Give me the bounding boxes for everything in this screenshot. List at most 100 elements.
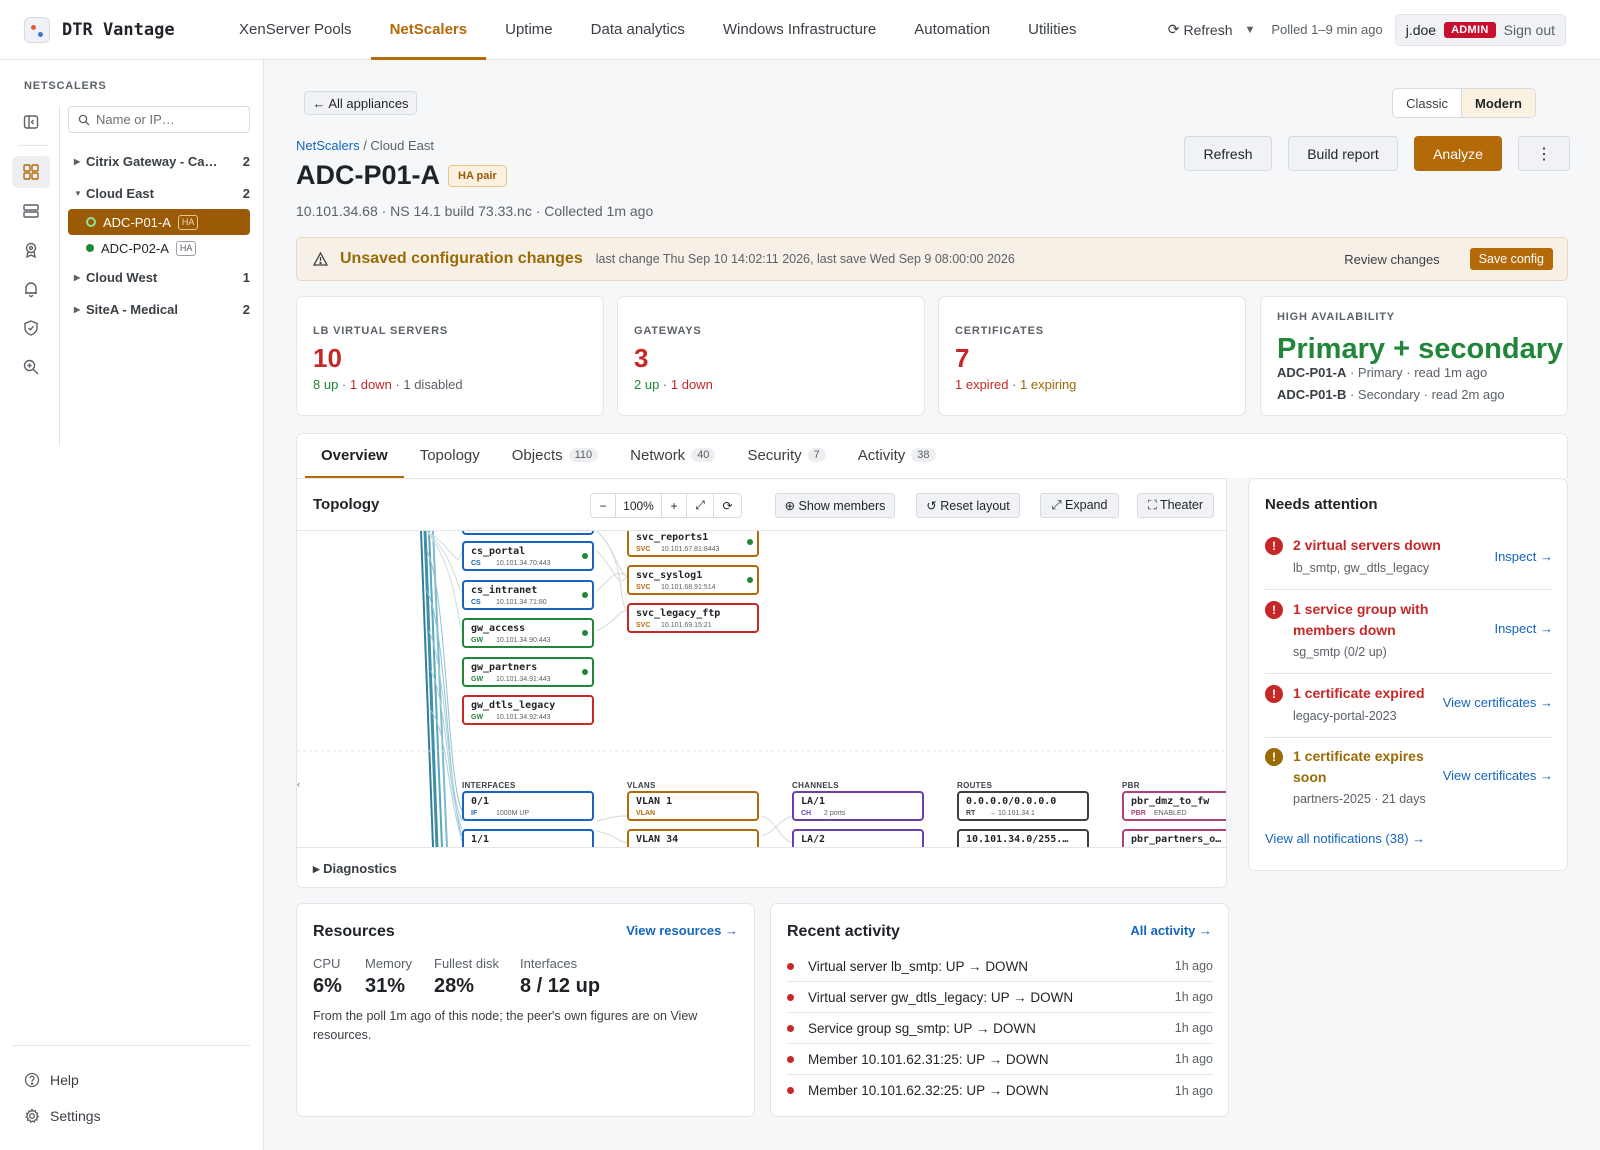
topology-node-vlan-1[interactable]: VLAN 1 VLAN	[627, 791, 759, 821]
tree-group-sitea-medical[interactable]: ▶ SiteA - Medical 2	[68, 293, 250, 325]
attention-title: 1 certificate expired	[1293, 685, 1425, 701]
tab-security[interactable]: Security 7	[731, 434, 841, 479]
show-members-button[interactable]: ⊕ Show members	[775, 493, 895, 518]
fit-view-icon[interactable]: ⤢	[687, 494, 714, 517]
tree-group-cloud-west[interactable]: ▶ Cloud West 1	[68, 261, 250, 293]
nav-windows-infrastructure[interactable]: Windows Infrastructure	[704, 0, 895, 60]
topology-node-pbr-partners-o[interactable]: pbr_partners_o…PBR	[1122, 829, 1226, 847]
theater-button[interactable]: ⛶ Theater	[1137, 493, 1214, 518]
node-kind: SVC	[636, 622, 651, 629]
topology-node-la-1[interactable]: LA/1 CH 2 ports	[792, 791, 924, 821]
topology-node-vlan-34[interactable]: VLAN 34VLAN	[627, 829, 759, 847]
nav-utilities[interactable]: Utilities	[1009, 0, 1095, 60]
topology-node-cs-intranet[interactable]: cs_intranet CS 10.101.34.71:80	[462, 579, 594, 610]
zoom-out-button[interactable]: −	[591, 494, 616, 517]
topology-node-1-1[interactable]: 1/1IF	[462, 829, 594, 847]
certificate-badge-icon[interactable]	[12, 234, 50, 266]
svg-text:‹: ‹	[297, 779, 300, 789]
view-all-notifications-link[interactable]: View all notifications (38) →	[1265, 831, 1425, 846]
nav-uptime[interactable]: Uptime	[486, 0, 572, 60]
view-classic-option[interactable]: Classic	[1393, 89, 1461, 117]
activity-row[interactable]: Service group sg_smtp: UP → DOWN 1h ago	[787, 1013, 1213, 1044]
reset-layout-button[interactable]: ↺ Reset layout	[916, 493, 1020, 518]
settings-link[interactable]: Settings	[12, 1098, 250, 1134]
diagnostics-toggle[interactable]: ▸ Diagnostics	[297, 847, 1226, 887]
topology-node-pbr-dmz-to-fw[interactable]: pbr_dmz_to_fw PBR ENABLED	[1122, 791, 1226, 821]
node-kind: CS	[471, 560, 481, 567]
stat-value: 10	[313, 343, 342, 373]
nav-refresh-button[interactable]: ⟳ Refresh	[1168, 21, 1233, 38]
tab-topology[interactable]: Topology	[404, 434, 496, 479]
topology-node[interactable]	[462, 531, 594, 535]
review-changes-link[interactable]: Review changes	[1344, 252, 1439, 267]
topology-node-gw-partners[interactable]: gw_partners GW 10.101.34.91:443	[462, 656, 594, 687]
banner-detail: last change Thu Sep 10 14:02:11 2026, la…	[595, 252, 1015, 266]
tree-search-input[interactable]	[96, 112, 236, 127]
activity-row[interactable]: Member 10.101.62.31:25: UP → DOWN 1h ago	[787, 1044, 1213, 1075]
nav-automation[interactable]: Automation	[895, 0, 1009, 60]
topology-node-gw-dtls-legacy[interactable]: gw_dtls_legacy GW 10.101.34.92:443	[462, 695, 594, 725]
topology-node-svc-legacy-ftp[interactable]: svc_legacy_ftp SVC 10.101.69.15:21	[627, 603, 759, 633]
analyze-zoom-icon[interactable]	[12, 351, 50, 383]
gateways-card[interactable]: GATEWAYS 3 2 up · 1 down	[617, 296, 925, 416]
inspect-link[interactable]: Inspect →	[1494, 621, 1553, 636]
build-report-button[interactable]: Build report	[1288, 136, 1398, 171]
tab-overview[interactable]: Overview	[305, 434, 404, 479]
inspect-link[interactable]: Inspect →	[1494, 549, 1553, 564]
tab-label: Objects	[511, 446, 563, 464]
analyze-button[interactable]: Analyze	[1414, 136, 1502, 171]
topology-node-cs-portal[interactable]: cs_portal CS 10.101.34.70:443	[462, 541, 594, 571]
high-availability-card[interactable]: HIGH AVAILABILITY Primary + secondary AD…	[1260, 296, 1568, 416]
tree-group-citrix-gateway[interactable]: ▶ Citrix Gateway - Ca… 2	[68, 145, 250, 177]
topology-canvas[interactable]: ‹ INTERFACES VLANS CHANNELS ROUTES PBR c…	[297, 531, 1226, 847]
view-modern-option[interactable]: Modern	[1461, 89, 1535, 117]
server-icon[interactable]	[12, 195, 50, 227]
tree-group-cloud-east[interactable]: ▼ Cloud East 2	[68, 177, 250, 209]
tab-objects[interactable]: Objects 110	[496, 434, 614, 479]
topology-node-la-2[interactable]: LA/2CH	[792, 829, 924, 847]
rotate-icon[interactable]: ⟳	[714, 494, 741, 517]
view-certificates-link[interactable]: View certificates →	[1443, 695, 1553, 710]
zoom-in-button[interactable]: +	[662, 494, 687, 517]
breadcrumb-root-link[interactable]: NetScalers	[296, 138, 360, 153]
view-certificates-link[interactable]: View certificates →	[1443, 768, 1553, 783]
tab-network[interactable]: Network 40	[614, 434, 731, 479]
collapse-sidebar-icon[interactable]	[12, 106, 50, 138]
topology-node-svc-reports1[interactable]: svc_reports1 SVC 10.101.67.81:8443	[627, 531, 759, 557]
topology-node-0-0-0-0-0-0-0-0[interactable]: 0.0.0.0/0.0.0.0 RT → 10.101.34.1	[957, 791, 1089, 821]
certificates-card[interactable]: CERTIFICATES 7 1 expired · 1 expiring	[938, 296, 1246, 416]
nav-xenserver-pools[interactable]: XenServer Pools	[220, 0, 371, 60]
page-subtitle: 10.101.34.68 · NS 14.1 build 73.33.nc · …	[296, 203, 654, 219]
status-ring-icon	[86, 217, 96, 227]
shield-check-icon[interactable]	[12, 312, 50, 344]
refresh-button[interactable]: Refresh	[1184, 136, 1272, 171]
bell-icon[interactable]	[12, 273, 50, 305]
ha-tag: HA	[177, 214, 199, 230]
dashboard-grid-icon[interactable]	[12, 156, 50, 188]
topology-node-gw-access[interactable]: gw_access GW 10.101.34.90:443	[462, 618, 594, 648]
activity-row[interactable]: Virtual server lb_smtp: UP → DOWN 1h ago	[787, 951, 1213, 982]
all-activity-link[interactable]: All activity →	[1130, 923, 1212, 938]
tab-activity[interactable]: Activity 38	[842, 434, 952, 479]
topology-node-0-1[interactable]: 0/1 IF 1000M UP	[462, 791, 594, 821]
sign-out-link[interactable]: Sign out	[1504, 22, 1555, 38]
lb-vservers-card[interactable]: LB VIRTUAL SERVERS 10 8 up · 1 down · 1 …	[296, 296, 604, 416]
node-name: pbr_dmz_to_fw	[1131, 796, 1210, 807]
tree-device-adc-p02-a[interactable]: ADC-P02-A HA	[68, 235, 250, 261]
help-link[interactable]: Help	[12, 1062, 250, 1098]
activity-row[interactable]: Member 10.101.62.32:25: UP → DOWN 1h ago	[787, 1075, 1213, 1106]
refresh-dropdown-chevron-icon[interactable]: ▼	[1245, 24, 1256, 36]
app-logo[interactable]: DTR Vantage	[24, 16, 220, 43]
topology-node-10-101-34-0-255[interactable]: 10.101.34.0/255.…RT	[957, 829, 1089, 847]
nav-data-analytics[interactable]: Data analytics	[572, 0, 704, 60]
node-detail: 10.101.68.91:514	[661, 584, 716, 591]
activity-row[interactable]: Virtual server gw_dtls_legacy: UP → DOWN…	[787, 982, 1213, 1013]
nav-netscalers[interactable]: NetScalers	[370, 0, 487, 60]
view-resources-link[interactable]: View resources →	[626, 923, 738, 938]
all-appliances-button[interactable]: ← All appliances	[304, 91, 417, 115]
tree-device-adc-p01-a[interactable]: ADC-P01-A HA	[68, 209, 250, 235]
more-actions-button[interactable]: ⋮	[1518, 136, 1570, 171]
topology-node-svc-syslog1[interactable]: svc_syslog1 SVC 10.101.68.91:514	[627, 565, 759, 595]
expand-button[interactable]: ⤢ Expand	[1040, 493, 1119, 518]
save-config-button[interactable]: Save config	[1469, 248, 1553, 270]
